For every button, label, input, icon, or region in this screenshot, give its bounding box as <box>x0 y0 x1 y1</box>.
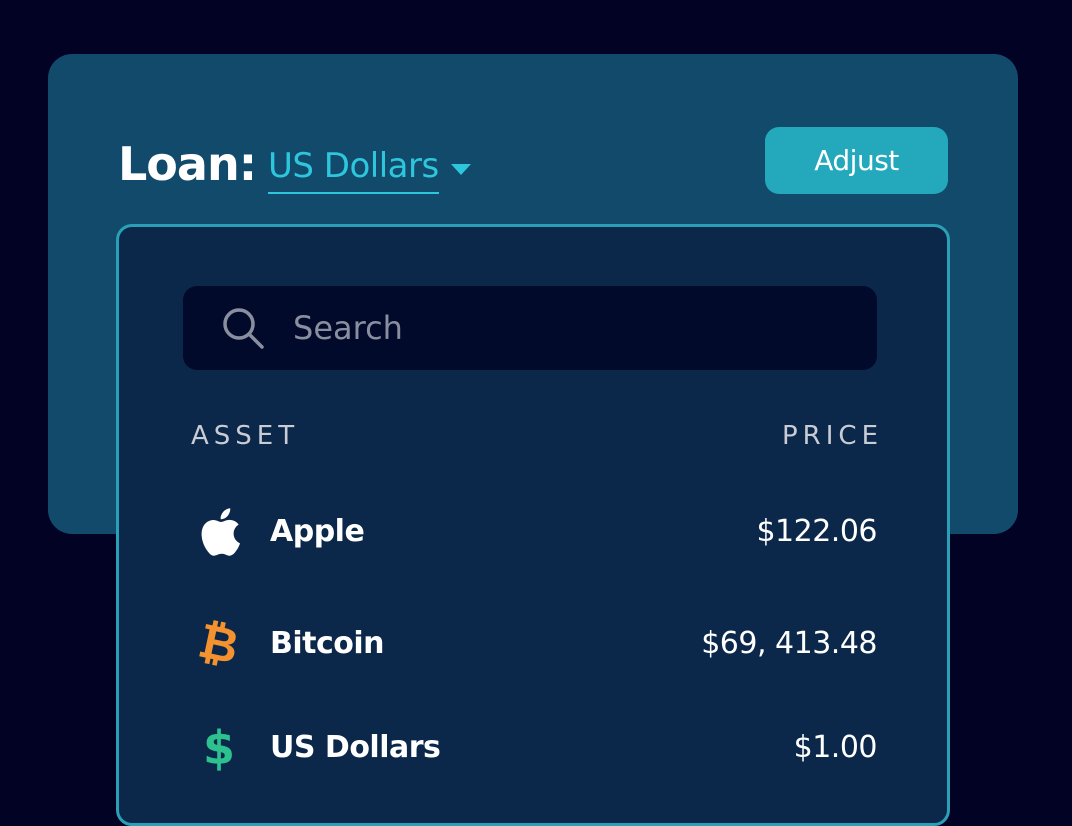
asset-name: Apple <box>270 514 365 549</box>
asset-dropdown: ASSET PRICE Apple $122.06 ₿ Bitcoin $69,… <box>116 224 950 826</box>
asset-row-bitcoin[interactable]: ₿ Bitcoin $69, 413.48 <box>119 604 947 684</box>
chevron-down-icon[interactable] <box>450 164 471 175</box>
search-box[interactable] <box>183 286 877 370</box>
asset-price: $1.00 <box>793 730 878 765</box>
currency-select[interactable]: US Dollars <box>268 142 471 198</box>
column-header-price: PRICE <box>782 421 883 451</box>
asset-row-us-dollars[interactable]: $ US Dollars $1.00 <box>119 708 947 788</box>
search-input[interactable] <box>291 308 855 348</box>
adjust-button[interactable]: Adjust <box>765 127 948 194</box>
loan-label: Loan: <box>118 137 257 191</box>
dollar-icon: $ <box>202 721 235 775</box>
apple-icon <box>193 506 245 558</box>
asset-price: $69, 413.48 <box>701 626 877 661</box>
search-icon <box>223 308 264 349</box>
bitcoin-icon: ₿ <box>194 612 244 676</box>
column-header-asset: ASSET <box>191 421 300 451</box>
asset-name: US Dollars <box>270 730 441 765</box>
asset-name: Bitcoin <box>270 626 385 661</box>
asset-row-apple[interactable]: Apple $122.06 <box>119 492 947 572</box>
asset-price: $122.06 <box>756 514 877 549</box>
currency-select-value[interactable]: US Dollars <box>268 142 439 194</box>
